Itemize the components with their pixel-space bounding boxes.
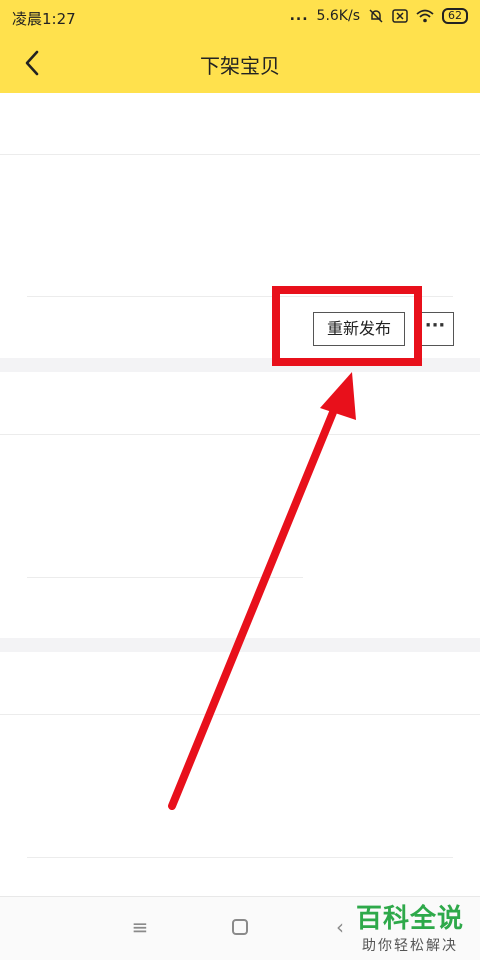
sim-icon xyxy=(392,9,408,23)
mute-icon xyxy=(369,9,383,23)
status-dots: ... xyxy=(289,8,309,24)
status-bar: 凌晨1:27 ... 5.6K/s 62 xyxy=(0,0,480,36)
section-gap xyxy=(0,638,480,652)
nav-bar: 下架宝贝 xyxy=(0,36,480,93)
header: 凌晨1:27 ... 5.6K/s 62 下架宝贝 xyxy=(0,0,480,93)
battery-icon: 62 xyxy=(442,8,468,24)
wifi-icon xyxy=(416,9,434,23)
listing-card[interactable] xyxy=(0,652,480,896)
divider xyxy=(27,577,303,578)
back-nav-icon[interactable]: ‹ xyxy=(326,915,354,943)
watermark: 百科全说 助你轻松解决 xyxy=(356,898,464,955)
status-time: 凌晨1:27 xyxy=(12,10,76,28)
page-title: 下架宝贝 xyxy=(200,54,280,78)
screen: 凌晨1:27 ... 5.6K/s 62 下架宝贝 重新发布 ··· ≡ ‹ 百… xyxy=(0,0,480,960)
watermark-brand: 百科全说 xyxy=(356,904,465,934)
listing-card[interactable] xyxy=(0,372,480,638)
menu-icon[interactable]: ≡ xyxy=(126,915,154,943)
divider xyxy=(0,154,480,155)
highlight-box xyxy=(272,286,422,366)
home-icon[interactable] xyxy=(226,915,254,943)
divider xyxy=(0,714,480,715)
network-speed: 5.6K/s xyxy=(316,8,360,24)
status-right: ... 5.6K/s 62 xyxy=(290,8,468,24)
divider xyxy=(27,857,453,858)
watermark-tagline: 助你轻松解决 xyxy=(362,938,458,954)
divider xyxy=(0,434,480,435)
